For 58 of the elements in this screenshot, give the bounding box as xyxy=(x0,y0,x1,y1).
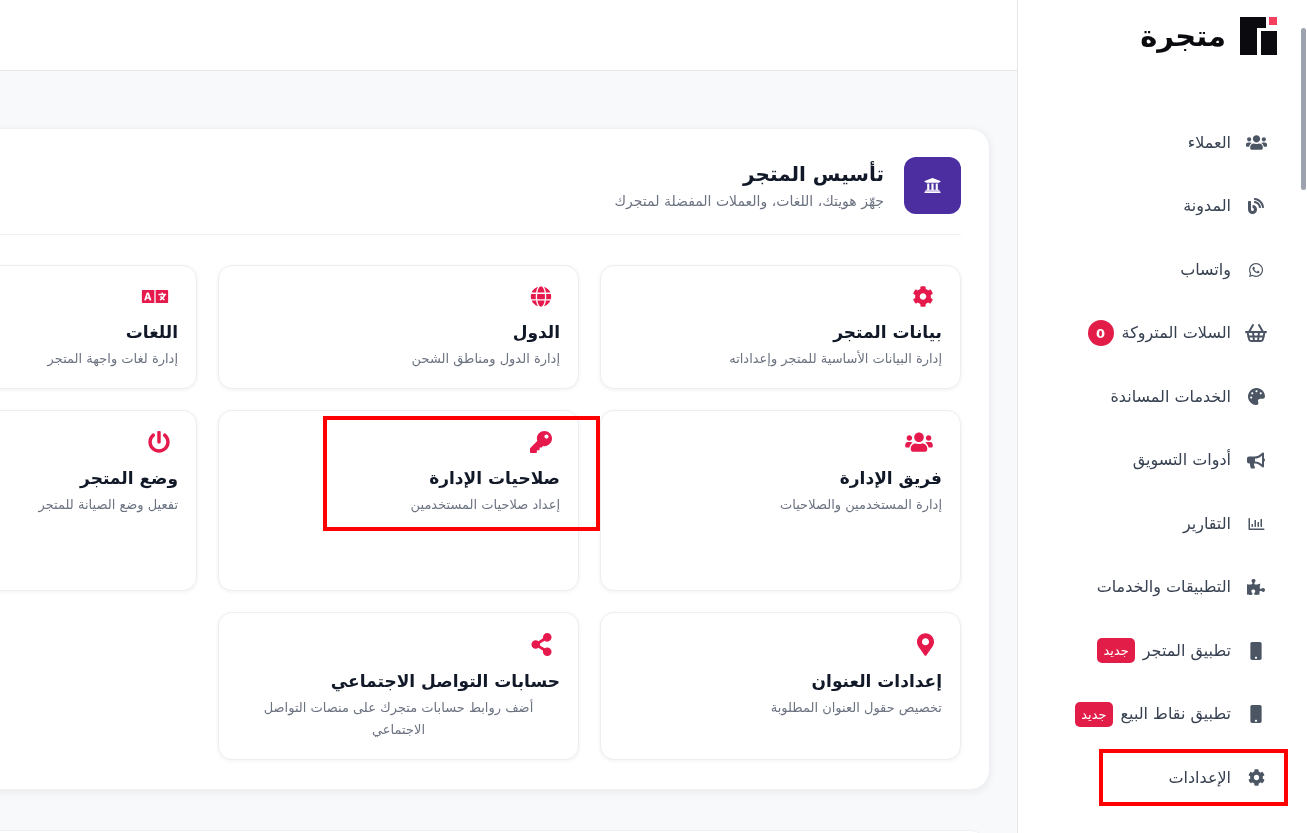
sidebar-item[interactable]: العملاء xyxy=(1018,111,1307,175)
card-title: بيانات المتجر xyxy=(833,321,942,344)
setting-card[interactable]: الدول إدارة الدول ومناطق الشحن xyxy=(218,265,579,389)
bar-chart-icon xyxy=(1247,515,1265,532)
card-title: فريق الإدارة xyxy=(839,467,942,490)
phone-icon xyxy=(1250,705,1262,724)
users-icon xyxy=(904,431,934,453)
section-title: تأسيس المتجر xyxy=(743,160,884,188)
card-title: صلاحيات الإدارة xyxy=(429,467,560,490)
share-icon xyxy=(531,633,552,656)
new-badge: جديد xyxy=(1075,701,1113,727)
logo-mark-icon xyxy=(1240,17,1277,55)
card-description: تخصيص حقول العنوان المطلوبة xyxy=(770,699,942,718)
sidebar-item[interactable]: واتساب xyxy=(1018,238,1307,302)
chat-phone-icon xyxy=(1248,261,1264,278)
card-description: إدارة الدول ومناطق الشحن xyxy=(411,350,560,369)
count-badge: 0 xyxy=(1087,320,1114,347)
card-description: إدارة لغات واجهة المتجر xyxy=(47,350,178,369)
card-title: اللغات xyxy=(125,321,178,344)
sidebar-item[interactable]: تطبيق نقاط البيع جديد xyxy=(1018,682,1307,746)
sidebar-item[interactable]: المدونة xyxy=(1018,174,1307,238)
sidebar-item[interactable]: التقارير xyxy=(1018,492,1307,556)
scrollbar-thumb[interactable] xyxy=(1301,28,1306,190)
globe-icon xyxy=(530,286,552,307)
phone-icon xyxy=(1250,641,1262,660)
sidebar-item[interactable]: أدوات التسويق xyxy=(1018,428,1307,492)
settings-icon xyxy=(1247,769,1265,787)
map-pin-icon xyxy=(917,633,934,656)
setting-card[interactable]: فريق الإدارة إدارة المستخدمين والصلاحيات xyxy=(600,410,961,591)
card-title: حسابات التواصل الاجتماعي xyxy=(330,670,560,693)
card-title: الدول xyxy=(512,321,560,344)
setting-card[interactable]: وضع المتجر تفعيل وضع الصيانة للمتجر xyxy=(0,410,197,591)
card-title: وضع المتجر xyxy=(80,467,178,490)
users-icon xyxy=(1245,134,1267,152)
card-description: إعداد صلاحيات المستخدمين xyxy=(410,496,560,515)
bank-icon xyxy=(904,157,961,214)
sidebar-item[interactable]: الخدمات المساندة xyxy=(1018,365,1307,429)
sidebar-item[interactable]: الإعدادات xyxy=(1018,746,1307,810)
card-title: إعدادات العنوان xyxy=(811,670,942,693)
setting-card[interactable]: إعدادات العنوان تخصيص حقول العنوان المطلوبة xyxy=(600,612,961,760)
card-description: تفعيل وضع الصيانة للمتجر xyxy=(38,496,178,515)
blog-icon xyxy=(1248,198,1264,215)
settings-icon xyxy=(912,286,934,307)
megaphone-icon xyxy=(1247,451,1265,469)
card-description: إدارة البيانات الأساسية للمتجر وإعداداته xyxy=(729,349,942,369)
card-description: أضف روابط حسابات متجرك على منصات التواصل الاجتماعي xyxy=(262,698,535,739)
setting-card[interactable]: حسابات التواصل الاجتماعي أضف روابط حسابات متجرك على منصات التواصل الاجتماعي xyxy=(218,612,579,760)
power-icon xyxy=(148,431,170,453)
sidebar-item[interactable]: تطبيق المتجر جديد xyxy=(1018,619,1307,683)
section-subtitle: جهّز هويتك، اللغات، والعملات المفضلة لمتجرك xyxy=(614,191,884,212)
palette-icon xyxy=(1247,388,1265,406)
sidebar-item[interactable]: التطبيقات والخدمات xyxy=(1018,555,1307,619)
new-badge: جديد xyxy=(1097,638,1135,664)
setting-card[interactable]: بيانات المتجر إدارة البيانات الأساسية للمتجر وإعداداته xyxy=(600,265,961,389)
card-description: إدارة المستخدمين والصلاحيات xyxy=(780,496,942,515)
key-icon xyxy=(530,431,552,453)
logo-text: متجرة xyxy=(1140,18,1226,55)
puzzle-icon xyxy=(1247,578,1265,597)
